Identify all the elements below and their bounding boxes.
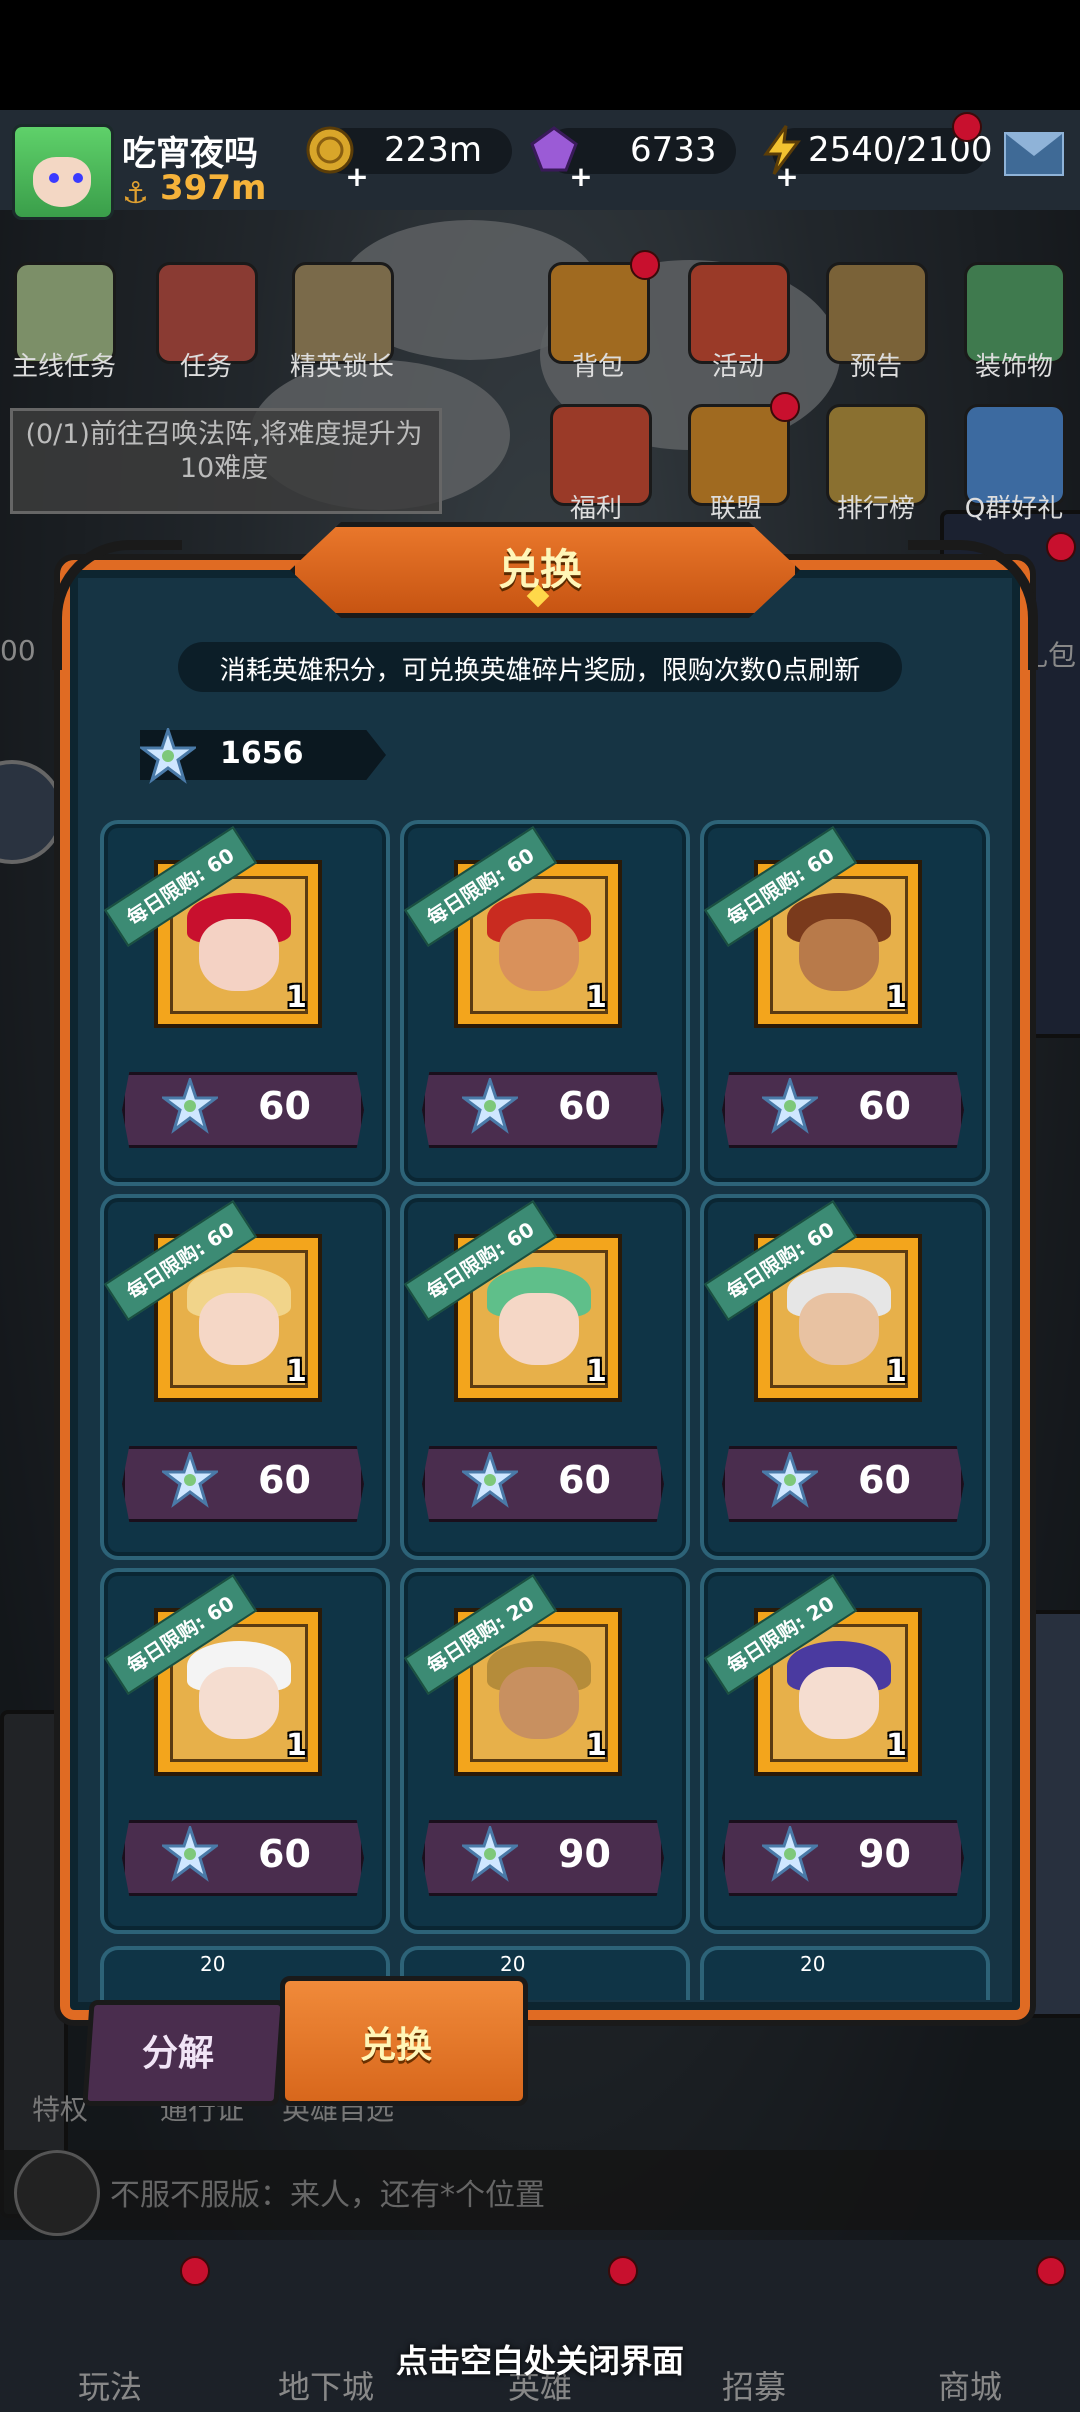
item-price: 90 xyxy=(558,1832,611,1876)
add-gold-button[interactable]: + xyxy=(344,163,370,191)
item-quantity: 1 xyxy=(586,980,607,1015)
chat-bubble-icon[interactable] xyxy=(14,2150,100,2236)
item-price: 60 xyxy=(258,1458,311,1502)
item-price: 90 xyxy=(858,1832,911,1876)
item-quantity: 1 xyxy=(286,1728,307,1763)
partial-ribbon-1: 20 xyxy=(200,1952,226,1976)
hero-point-star-icon xyxy=(462,1452,518,1508)
menu-label-welfare: 福利 xyxy=(569,494,622,524)
hero-points-value: 1656 xyxy=(220,736,304,771)
item-price: 60 xyxy=(558,1458,611,1502)
hero-point-star-icon xyxy=(462,1078,518,1134)
item-price: 60 xyxy=(858,1084,911,1128)
hero-point-star-icon xyxy=(162,1452,218,1508)
price-button[interactable] xyxy=(422,1446,664,1522)
item-price: 60 xyxy=(258,1084,311,1128)
hero-notification-dot xyxy=(608,2256,638,2286)
gold-value: 223m xyxy=(384,130,483,170)
card-partial-3[interactable] xyxy=(700,1946,990,2000)
hero-point-star-icon xyxy=(762,1452,818,1508)
quest-text: (0/1)前往召唤法阵,将难度提升为10难度 xyxy=(25,419,423,484)
privilege-label[interactable]: 特权 xyxy=(32,2088,88,2128)
partial-ribbon-2: 20 xyxy=(500,1952,526,1976)
item-price: 60 xyxy=(558,1084,611,1128)
hero-point-star-icon xyxy=(762,1078,818,1134)
item-quantity: 1 xyxy=(286,980,307,1015)
anchor-icon: ⚓ xyxy=(122,176,149,211)
hero-point-star-icon xyxy=(162,1078,218,1134)
item-quantity: 1 xyxy=(586,1728,607,1763)
menu-label-ranking: 排行榜 xyxy=(836,494,915,524)
price-button[interactable] xyxy=(122,1820,364,1896)
menu-label-decoration: 装饰物 xyxy=(974,352,1053,382)
item-quantity: 1 xyxy=(286,1354,307,1389)
partial-ribbon-3: 20 xyxy=(800,1952,826,1976)
menu-label-preview: 预告 xyxy=(849,352,902,382)
item-quantity: 1 xyxy=(886,980,907,1015)
shop-notification-dot xyxy=(1036,2256,1066,2286)
hero-point-star-icon xyxy=(162,1826,218,1882)
item-price: 60 xyxy=(258,1832,311,1876)
menu-label-event: 活动 xyxy=(711,352,764,382)
add-gems-button[interactable]: + xyxy=(568,163,594,191)
menu-label-elite: 精英锁长 xyxy=(289,352,394,382)
item-quantity: 1 xyxy=(586,1354,607,1389)
hero-point-star-icon xyxy=(462,1826,518,1882)
gem-value: 6733 xyxy=(630,130,717,170)
left-cut-label: 00 xyxy=(0,634,36,667)
alliance-notification-dot xyxy=(770,392,800,422)
price-button[interactable] xyxy=(122,1072,364,1148)
price-button[interactable] xyxy=(722,1446,964,1522)
dialog-description: 消耗英雄积分，可兑换英雄碎片奖励，限购次数0点刷新 xyxy=(219,656,861,686)
price-button[interactable] xyxy=(722,1072,964,1148)
mail-icon[interactable] xyxy=(1004,132,1064,176)
player-avatar[interactable] xyxy=(12,124,114,220)
menu-label-backpack: 背包 xyxy=(571,352,624,382)
gift-notification-dot xyxy=(1046,532,1076,562)
menu-label-alliance: 联盟 xyxy=(709,494,762,524)
menu-label-task: 任务 xyxy=(179,352,232,382)
price-button[interactable] xyxy=(722,1820,964,1896)
price-button[interactable] xyxy=(122,1446,364,1522)
decompose-tab-label: 分解 xyxy=(142,2033,215,2074)
hero-point-star-icon xyxy=(140,728,196,784)
price-button[interactable] xyxy=(422,1072,664,1148)
status-bar xyxy=(0,0,1080,110)
exchange-tab-label: 兑换 xyxy=(360,2025,433,2066)
close-hint[interactable]: 点击空白处关闭界面 xyxy=(0,2336,1080,2382)
energy-notification-dot xyxy=(952,112,982,142)
chat-message: 不服不服版：来人，还有*个位置 xyxy=(110,2178,545,2213)
item-quantity: 1 xyxy=(886,1728,907,1763)
menu-label-main-quest: 主线任务 xyxy=(11,352,116,382)
player-power: 397m xyxy=(160,168,267,208)
item-price: 60 xyxy=(858,1458,911,1502)
backpack-notification-dot xyxy=(630,250,660,280)
item-quantity: 1 xyxy=(886,1354,907,1389)
price-button[interactable] xyxy=(422,1820,664,1896)
menu-label-qq-group: Q群好礼 xyxy=(964,494,1064,524)
hero-point-star-icon xyxy=(762,1826,818,1882)
add-energy-button[interactable]: + xyxy=(774,163,800,191)
play-notification-dot xyxy=(180,2256,210,2286)
